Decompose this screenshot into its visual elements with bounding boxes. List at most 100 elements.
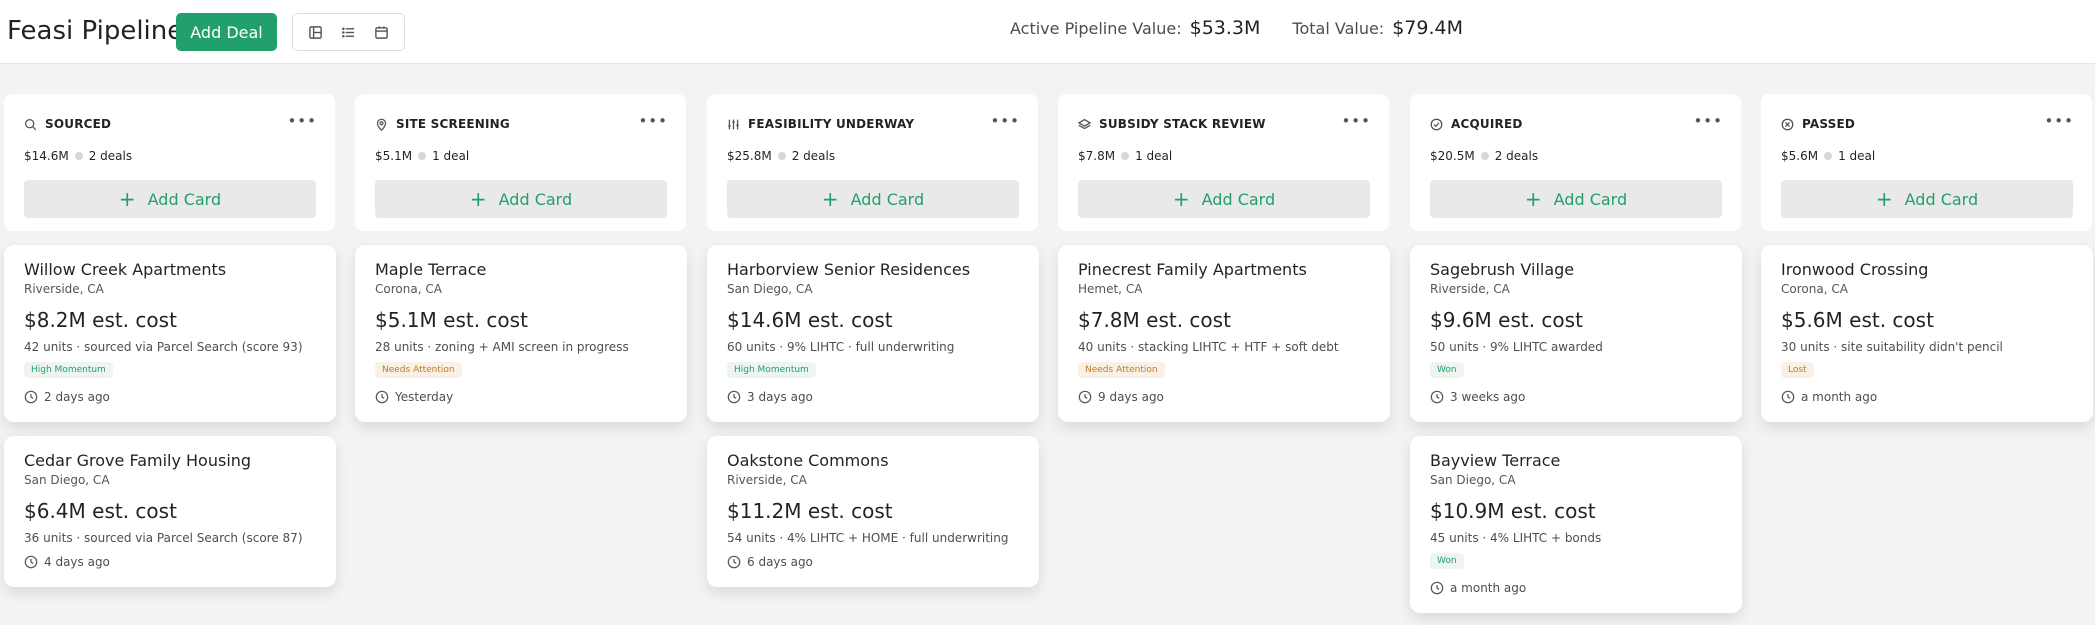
plus-icon: + <box>1172 187 1190 211</box>
clock-icon <box>1430 390 1444 404</box>
deal-updated: a month ago <box>1430 581 1526 595</box>
column-stats: $25.8M 2 deals <box>727 149 835 163</box>
deal-card[interactable]: Willow Creek Apartments Riverside, CA $8.2… <box>4 245 336 422</box>
deal-location: Hemet, CA <box>1078 282 1143 296</box>
list-view-icon[interactable] <box>336 19 362 45</box>
add-card-button[interactable]: + Add Card <box>1430 180 1722 218</box>
deal-card[interactable]: Maple Terrace Corona, CA $5.1M est. cost 28… <box>355 245 687 422</box>
deal-card[interactable]: Pinecrest Family Apartments Hemet, CA $7.8… <box>1058 245 1390 422</box>
deal-name: Ironwood Crossing <box>1781 260 1929 279</box>
more-options-icon[interactable]: ••• <box>1693 114 1723 129</box>
deal-updated-time: 3 weeks ago <box>1450 390 1526 404</box>
deal-location: Riverside, CA <box>727 473 807 487</box>
more-options-icon[interactable]: ••• <box>287 114 317 129</box>
deal-card[interactable]: Bayview Terrace San Diego, CA $10.9M est. … <box>1410 436 1742 613</box>
more-options-icon[interactable]: ••• <box>638 114 668 129</box>
column-stats: $5.6M 1 deal <box>1781 149 1875 163</box>
calendar-view-icon[interactable] <box>369 19 395 45</box>
column-deal-count: 1 deal <box>432 149 470 163</box>
separator-dot <box>418 152 427 160</box>
column-stats: $20.5M 2 deals <box>1430 149 1538 163</box>
add-card-label: Add Card <box>1201 189 1276 209</box>
deal-updated-time: 9 days ago <box>1098 390 1164 404</box>
deal-cost: $6.4M est. cost <box>24 499 177 523</box>
deal-location: San Diego, CA <box>727 282 813 296</box>
deal-cost: $11.2M est. cost <box>727 499 893 523</box>
column-header-passed: PASSED ••• $5.6M 1 deal + Add Card <box>1761 94 2092 231</box>
column-value: $20.5M <box>1430 149 1475 163</box>
deal-cost: $8.2M est. cost <box>24 308 177 332</box>
deal-card[interactable]: Sagebrush Village Riverside, CA $9.6M est.… <box>1410 245 1742 422</box>
separator-dot <box>1121 152 1130 160</box>
deal-details: 30 units · site suitability didn't penci… <box>1781 340 2003 354</box>
deal-updated-time: 4 days ago <box>44 555 110 569</box>
column-value: $5.6M <box>1781 149 1819 163</box>
deal-details: 60 units · 9% LIHTC · full underwriting <box>727 340 955 354</box>
deal-details: 50 units · 9% LIHTC awarded <box>1430 340 1603 354</box>
more-options-icon[interactable]: ••• <box>2044 114 2074 129</box>
deal-location: San Diego, CA <box>24 473 110 487</box>
column-value: $14.6M <box>24 149 69 163</box>
add-card-button[interactable]: + Add Card <box>1781 180 2073 218</box>
deal-card[interactable]: Ironwood Crossing Corona, CA $5.6M est. co… <box>1761 245 2093 422</box>
add-card-label: Add Card <box>147 189 222 209</box>
column-stats: $14.6M 2 deals <box>24 149 132 163</box>
add-card-button[interactable]: + Add Card <box>727 180 1019 218</box>
clock-icon <box>24 555 38 569</box>
deal-location: Riverside, CA <box>1430 282 1510 296</box>
deal-name: Bayview Terrace <box>1430 451 1561 470</box>
page-title: Feasi Pipeline <box>7 16 184 46</box>
deal-updated-time: a month ago <box>1450 581 1527 595</box>
board-view-icon[interactable] <box>303 19 329 45</box>
column-name: SITE SCREENING <box>396 117 510 131</box>
active-pipeline-value: $53.3M <box>1189 17 1261 39</box>
column-value: $7.8M <box>1078 149 1116 163</box>
add-card-button[interactable]: + Add Card <box>24 180 316 218</box>
column-deal-count: 1 deal <box>1838 149 1876 163</box>
plus-icon: + <box>118 187 136 211</box>
active-pipeline-label: Active Pipeline Value: <box>1010 19 1182 38</box>
deal-updated: 9 days ago <box>1078 390 1164 404</box>
clock-icon <box>375 390 389 404</box>
column-deal-count: 2 deals <box>1494 149 1539 163</box>
deal-name: Cedar Grove Family Housing <box>24 451 252 470</box>
deal-card[interactable]: Harborview Senior Residences San Diego, C… <box>707 245 1039 422</box>
layers-icon <box>1078 118 1091 131</box>
add-card-button[interactable]: + Add Card <box>375 180 667 218</box>
separator-dot <box>74 152 83 160</box>
column-title: SITE SCREENING <box>375 117 510 131</box>
clock-icon <box>24 390 38 404</box>
column-name: SUBSIDY STACK REVIEW <box>1099 117 1266 131</box>
column-title: SUBSIDY STACK REVIEW <box>1078 117 1266 131</box>
more-options-icon[interactable]: ••• <box>1341 114 1371 129</box>
clock-icon <box>1078 390 1092 404</box>
column-stats: $7.8M 1 deal <box>1078 149 1172 163</box>
sliders-icon <box>727 118 740 131</box>
column-deal-count: 1 deal <box>1135 149 1173 163</box>
status-badge: Won <box>1430 553 1464 569</box>
deal-name: Oakstone Commons <box>727 451 889 470</box>
add-card-button[interactable]: + Add Card <box>1078 180 1370 218</box>
add-card-label: Add Card <box>498 189 573 209</box>
more-options-icon[interactable]: ••• <box>990 114 1020 129</box>
deal-updated-time: Yesterday <box>395 390 454 404</box>
deal-card[interactable]: Cedar Grove Family Housing San Diego, CA $… <box>4 436 336 587</box>
column-name: ACQUIRED <box>1451 117 1523 131</box>
status-badge: Lost <box>1781 362 1814 378</box>
map-pin-icon <box>375 118 388 131</box>
plus-icon: + <box>1875 187 1893 211</box>
deal-location: Corona, CA <box>1781 282 1848 296</box>
add-deal-button[interactable]: Add Deal <box>176 13 277 51</box>
plus-icon: + <box>469 187 487 211</box>
deal-card[interactable]: Oakstone Commons Riverside, CA $11.2M est.… <box>707 436 1039 587</box>
separator-dot <box>1824 152 1833 160</box>
deal-updated: 2 days ago <box>24 390 110 404</box>
column-title: FEASIBILITY UNDERWAY <box>727 117 914 131</box>
top-bar: Feasi Pipeline Add Deal Active Pipeline … <box>0 0 2095 64</box>
column-header-sourced: SOURCED ••• $14.6M 2 deals + Add Card <box>4 94 335 231</box>
deal-details: 45 units · 4% LIHTC + bonds <box>1430 531 1602 545</box>
deal-location: San Diego, CA <box>1430 473 1516 487</box>
deal-name: Maple Terrace <box>375 260 487 279</box>
status-badge: High Momentum <box>24 362 113 378</box>
column-title: ACQUIRED <box>1430 117 1523 131</box>
